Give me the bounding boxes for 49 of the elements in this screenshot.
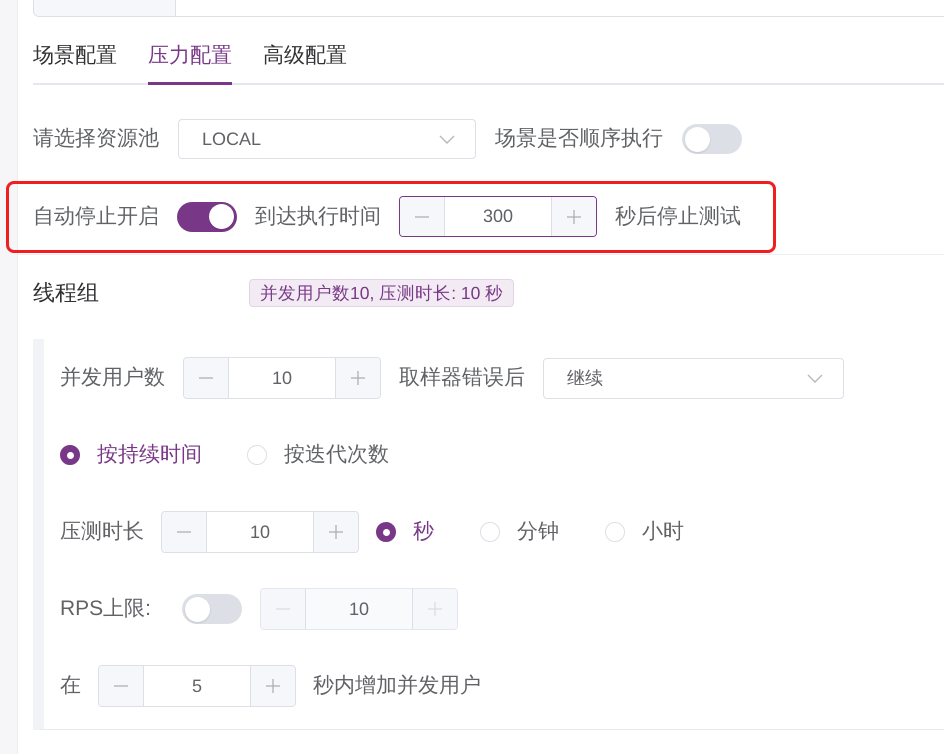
minus-icon: [415, 216, 429, 218]
field-label: 秒后停止测试: [615, 204, 741, 230]
decrease-button[interactable]: [400, 197, 445, 236]
number-stepper[interactable]: 300: [399, 196, 597, 237]
radio-option[interactable]: 分钟: [480, 517, 559, 547]
plus-icon: [567, 210, 581, 224]
toggle-switch[interactable]: [177, 202, 237, 232]
plus-icon: [329, 525, 343, 539]
field-label: 并发用户数: [60, 365, 165, 391]
select-field[interactable]: 继续: [543, 358, 844, 398]
field-label: 在: [60, 673, 81, 699]
summary-tag: 并发用户数10, 压测时长: 10 秒: [249, 279, 514, 307]
field-label: 场景是否顺序执行: [495, 126, 663, 152]
increase-button[interactable]: [313, 512, 358, 552]
field-label: 自动停止开启: [33, 204, 159, 230]
increase-button[interactable]: [250, 666, 295, 706]
plus-icon: [351, 371, 365, 385]
decrease-button[interactable]: [162, 512, 207, 552]
minus-icon: [199, 377, 213, 379]
radio-option[interactable]: 秒: [376, 517, 434, 547]
minus-icon: [177, 531, 191, 533]
increase-button[interactable]: [551, 197, 596, 236]
decrease-button[interactable]: [99, 666, 144, 706]
number-stepper[interactable]: 5: [98, 665, 296, 707]
field-label: 到达执行时间: [255, 204, 381, 230]
radio-option[interactable]: 小时: [605, 517, 684, 547]
increase-button[interactable]: [335, 358, 380, 398]
select-field[interactable]: LOCAL: [178, 119, 476, 159]
tab[interactable]: 压力配置: [148, 41, 232, 85]
decrease-button[interactable]: [184, 358, 229, 398]
input-field[interactable]: [33, 0, 944, 17]
chevron-down-icon: [807, 374, 823, 382]
field-label: RPS上限:: [60, 596, 152, 622]
field-label: 请选择资源池: [33, 126, 159, 152]
field-label: 取样器错误后: [399, 365, 525, 391]
minus-icon: [114, 685, 128, 687]
field-label: 秒内增加并发用户: [313, 673, 481, 699]
tab[interactable]: 场景配置: [33, 41, 117, 85]
toggle-switch[interactable]: [682, 124, 742, 154]
plus-icon: [428, 602, 442, 616]
field-label: 压测时长: [60, 519, 144, 545]
plus-icon: [266, 679, 280, 693]
section-title: 线程组: [33, 279, 100, 307]
radio-option[interactable]: 按迭代次数: [247, 440, 389, 470]
number-stepper[interactable]: 10: [161, 511, 359, 553]
number-stepper[interactable]: 10: [183, 357, 381, 399]
chevron-down-icon: [439, 134, 455, 144]
tab[interactable]: 高级配置: [263, 41, 347, 85]
radio-option[interactable]: 按持续时间: [60, 440, 202, 470]
